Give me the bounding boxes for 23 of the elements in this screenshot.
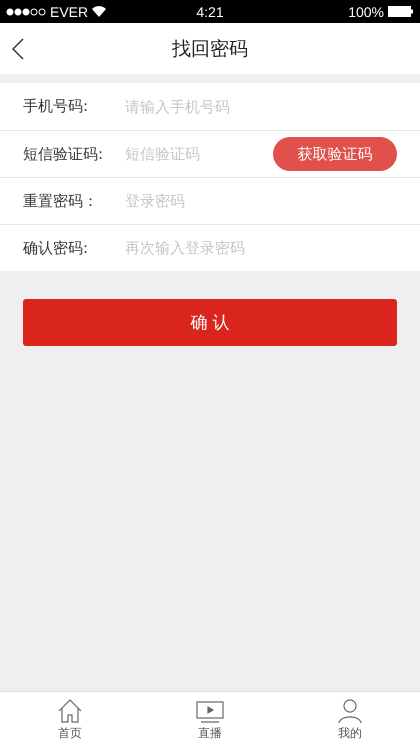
battery-icon <box>388 6 414 17</box>
get-code-button[interactable]: 获取验证码 <box>273 137 397 171</box>
wifi-icon <box>92 6 106 17</box>
home-icon <box>56 698 84 724</box>
field-label: 手机号码: <box>23 97 90 116</box>
carrier-name: EVER <box>50 4 88 20</box>
person-icon <box>336 698 364 724</box>
input-field[interactable]: 请输入手机号码 <box>123 96 397 116</box>
field-label: 重置密码： <box>23 192 99 210</box>
input-field[interactable]: 再次输入登录密码 <box>123 238 397 258</box>
battery-percent: 100% <box>348 4 384 20</box>
page-title: 找回密码 <box>172 36 248 62</box>
tab-item[interactable]: 直播 <box>140 692 280 747</box>
signal-icon <box>6 8 46 16</box>
field-label: 短信验证码: <box>23 144 104 164</box>
tab-item[interactable]: 我的 <box>280 692 420 747</box>
field-label: 确认密码: <box>23 238 90 258</box>
input-field[interactable]: 登录密码 <box>123 191 397 211</box>
back-icon[interactable] <box>12 38 24 60</box>
tab-item[interactable]: 首页 <box>0 692 140 747</box>
clock-time: 4:21 <box>196 4 224 20</box>
confirm-button[interactable]: 确 认 <box>23 299 397 346</box>
input-field[interactable]: 短信验证码 <box>123 144 273 164</box>
